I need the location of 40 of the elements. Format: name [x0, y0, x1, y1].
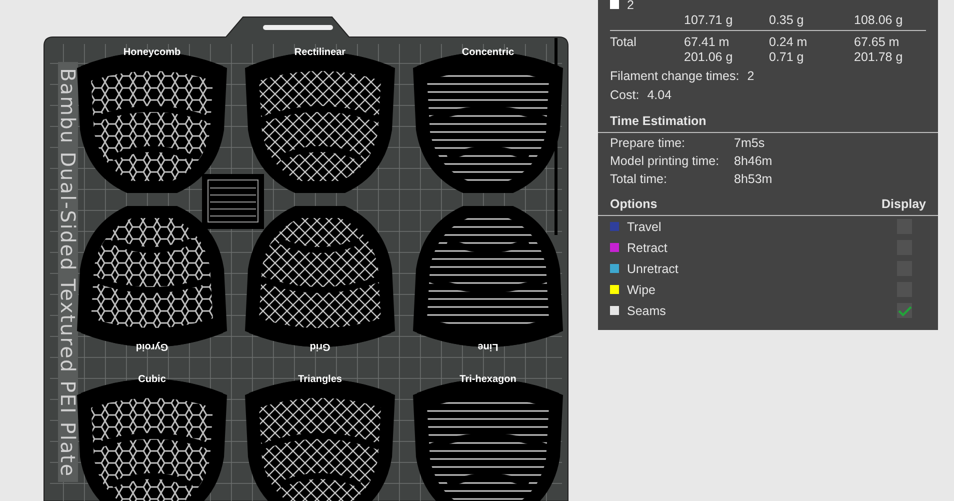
model-label: Cubic — [138, 374, 166, 385]
total-label: Total — [610, 35, 638, 51]
usage-value: 107.71 g — [684, 13, 734, 29]
section-title: Options — [610, 197, 658, 211]
usage-value: 67.65 m — [854, 35, 900, 49]
time-label: Total time: — [610, 172, 668, 186]
filament-change-label: Filament change times: — [610, 69, 740, 83]
usage-value: 0.35 g — [769, 13, 805, 29]
usage-value: 201.78 g — [854, 50, 903, 64]
filament-number: 2 — [627, 0, 634, 12]
model-label: Concentric — [462, 47, 514, 58]
model-label: Triangles — [298, 374, 342, 385]
time-value: 8h53m — [734, 172, 772, 186]
option-label: Retract — [627, 240, 668, 254]
usage-value: 108.06 g — [854, 13, 903, 29]
usage-value: 201.06 g — [684, 50, 734, 64]
filament-change-value: 2 — [747, 69, 754, 83]
display-checkbox[interactable] — [897, 303, 912, 318]
cost-value: 4.04 — [647, 88, 672, 102]
plate-label: Bambu Dual-Sided Textured PEI Plate — [56, 68, 80, 476]
cost-label: Cost: — [610, 88, 640, 102]
option-label: Unretract — [627, 262, 680, 276]
time-label: Model printing time: — [610, 154, 720, 168]
usage-value: 0.24 m — [769, 35, 808, 49]
model-label: Rectilinear — [294, 47, 346, 58]
time-value: 7m5s — [734, 136, 765, 150]
option-label: Wipe — [627, 282, 656, 296]
time-label: Prepare time: — [610, 136, 686, 150]
column-title: Display — [882, 197, 926, 211]
option-label: Travel — [627, 220, 662, 234]
section-title: Time Estimation — [610, 114, 706, 128]
time-value: 8h46m — [734, 154, 772, 168]
usage-value: 0.71 g — [769, 50, 805, 64]
usage-value: 67.41 m — [684, 35, 730, 49]
model-label: Gyroid — [136, 341, 168, 352]
model-label: Grid — [310, 341, 330, 352]
option-label: Seams — [627, 304, 667, 318]
model-label: Line — [478, 341, 498, 352]
model-label: Honeycomb — [123, 47, 181, 58]
model-label: Tri-hexagon — [460, 374, 516, 385]
